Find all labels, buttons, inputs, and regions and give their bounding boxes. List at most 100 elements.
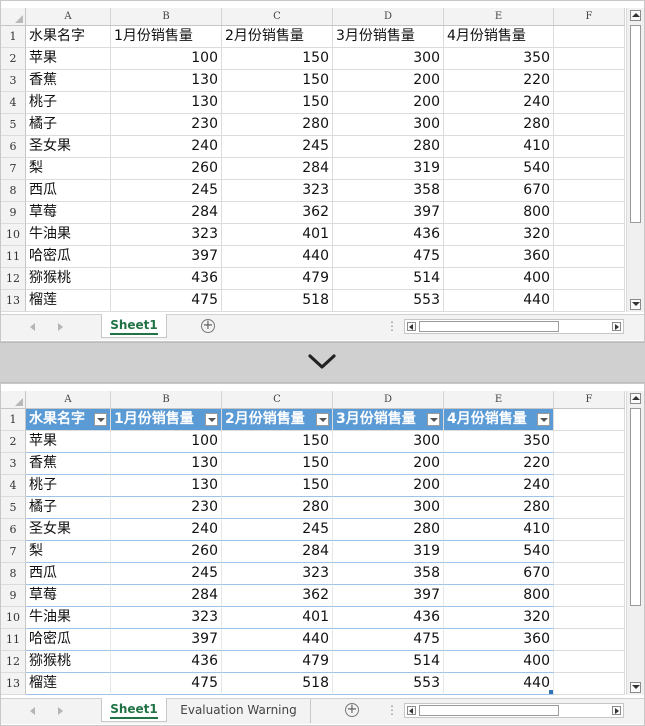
sales-feb-cell[interactable]: 518 <box>222 673 333 695</box>
row-number[interactable]: 13 <box>1 290 26 312</box>
row-number[interactable]: 5 <box>1 497 26 519</box>
sales-mar-cell[interactable]: 319 <box>333 541 444 563</box>
scroll-thumb[interactable] <box>630 408 641 606</box>
sales-feb-cell[interactable]: 440 <box>222 629 333 651</box>
sales-feb-cell[interactable]: 150 <box>222 92 333 114</box>
header-cell-feb[interactable]: 2月份销售量 <box>222 409 333 431</box>
sales-feb-cell[interactable]: 150 <box>222 453 333 475</box>
sales-feb-cell[interactable]: 150 <box>222 48 333 70</box>
scroll-up-arrow-icon[interactable] <box>630 10 641 21</box>
sales-feb-cell[interactable]: 479 <box>222 651 333 673</box>
fruit-name-cell[interactable]: 猕猴桃 <box>26 268 111 290</box>
header-cell-apr[interactable]: 4月份销售量 <box>444 26 554 48</box>
sales-feb-cell[interactable]: 362 <box>222 202 333 224</box>
sales-apr-cell[interactable]: 540 <box>444 541 554 563</box>
empty-cell[interactable] <box>554 607 625 629</box>
fruit-name-cell[interactable]: 西瓜 <box>26 180 111 202</box>
row-number[interactable]: 6 <box>1 519 26 541</box>
fruit-name-cell[interactable]: 香蕉 <box>26 453 111 475</box>
empty-cell[interactable] <box>554 453 625 475</box>
sales-feb-cell[interactable]: 284 <box>222 158 333 180</box>
dropdown-filter-icon[interactable] <box>537 413 550 426</box>
sales-jan-cell[interactable]: 130 <box>111 70 222 92</box>
sales-jan-cell[interactable]: 284 <box>111 202 222 224</box>
fruit-name-cell[interactable]: 猕猴桃 <box>26 651 111 673</box>
sales-feb-cell[interactable]: 280 <box>222 114 333 136</box>
sales-mar-cell[interactable]: 475 <box>333 629 444 651</box>
sales-jan-cell[interactable]: 100 <box>111 48 222 70</box>
dropdown-filter-icon[interactable] <box>94 413 107 426</box>
header-cell-jan[interactable]: 1月份销售量 <box>111 409 222 431</box>
fruit-name-cell[interactable]: 哈密瓜 <box>26 246 111 268</box>
sales-jan-cell[interactable]: 436 <box>111 268 222 290</box>
fruit-name-cell[interactable]: 圣女果 <box>26 519 111 541</box>
fruit-name-cell[interactable]: 榴莲 <box>26 290 111 312</box>
row-number[interactable]: 2 <box>1 48 26 70</box>
empty-cell[interactable] <box>554 541 625 563</box>
row-number[interactable]: 9 <box>1 202 26 224</box>
sales-mar-cell[interactable]: 358 <box>333 180 444 202</box>
empty-cell[interactable] <box>554 651 625 673</box>
sales-jan-cell[interactable]: 475 <box>111 673 222 695</box>
fruit-name-cell[interactable]: 草莓 <box>26 585 111 607</box>
sales-feb-cell[interactable]: 323 <box>222 180 333 202</box>
row-number[interactable]: 10 <box>1 607 26 629</box>
empty-cell[interactable] <box>554 585 625 607</box>
sales-jan-cell[interactable]: 436 <box>111 651 222 673</box>
header-cell-feb[interactable]: 2月份销售量 <box>222 26 333 48</box>
sales-mar-cell[interactable]: 436 <box>333 224 444 246</box>
sales-apr-cell[interactable]: 670 <box>444 563 554 585</box>
fruit-name-cell[interactable]: 草莓 <box>26 202 111 224</box>
dropdown-filter-icon[interactable] <box>427 413 440 426</box>
empty-cell[interactable] <box>554 92 625 114</box>
sales-mar-cell[interactable]: 300 <box>333 497 444 519</box>
sales-mar-cell[interactable]: 200 <box>333 475 444 497</box>
sales-mar-cell[interactable]: 436 <box>333 607 444 629</box>
splitter-dots-icon[interactable]: ⋮ <box>386 318 398 334</box>
plus-circle-icon[interactable]: + <box>345 703 359 717</box>
sales-mar-cell[interactable]: 300 <box>333 431 444 453</box>
sales-apr-cell[interactable]: 350 <box>444 48 554 70</box>
sales-mar-cell[interactable]: 514 <box>333 268 444 290</box>
column-header-a[interactable]: A <box>26 8 111 25</box>
dropdown-filter-icon[interactable] <box>205 413 218 426</box>
sales-mar-cell[interactable]: 200 <box>333 92 444 114</box>
row-number[interactable]: 8 <box>1 563 26 585</box>
sales-apr-cell[interactable]: 240 <box>444 475 554 497</box>
splitter-dots-icon[interactable]: ⋮ <box>386 702 398 718</box>
fruit-name-cell[interactable]: 橘子 <box>26 114 111 136</box>
sales-apr-cell[interactable]: 540 <box>444 158 554 180</box>
row-number[interactable]: 11 <box>1 629 26 651</box>
empty-cell[interactable] <box>554 431 625 453</box>
row-number[interactable]: 7 <box>1 541 26 563</box>
sales-jan-cell[interactable]: 230 <box>111 114 222 136</box>
empty-cell[interactable] <box>554 70 625 92</box>
scroll-down-arrow-icon[interactable] <box>630 299 641 310</box>
sales-feb-cell[interactable]: 280 <box>222 497 333 519</box>
header-cell-fruit[interactable]: 水果名字 <box>26 26 111 48</box>
fruit-name-cell[interactable]: 橘子 <box>26 497 111 519</box>
sales-apr-cell[interactable]: 360 <box>444 246 554 268</box>
empty-cell[interactable] <box>554 673 625 695</box>
fruit-name-cell[interactable]: 苹果 <box>26 431 111 453</box>
empty-cell[interactable] <box>554 246 625 268</box>
sales-apr-cell[interactable]: 280 <box>444 114 554 136</box>
sales-jan-cell[interactable]: 240 <box>111 136 222 158</box>
sales-jan-cell[interactable]: 397 <box>111 246 222 268</box>
row-number[interactable]: 7 <box>1 158 26 180</box>
sales-jan-cell[interactable]: 260 <box>111 158 222 180</box>
empty-cell[interactable] <box>554 268 625 290</box>
sales-apr-cell[interactable]: 410 <box>444 519 554 541</box>
vertical-scrollbar[interactable] <box>626 391 644 695</box>
sales-jan-cell[interactable]: 323 <box>111 607 222 629</box>
row-number[interactable]: 4 <box>1 92 26 114</box>
sales-jan-cell[interactable]: 245 <box>111 180 222 202</box>
plus-circle-icon[interactable]: + <box>201 319 215 333</box>
sales-jan-cell[interactable]: 230 <box>111 497 222 519</box>
empty-cell[interactable] <box>554 48 625 70</box>
column-header-f[interactable]: F <box>554 8 625 25</box>
sales-feb-cell[interactable]: 245 <box>222 136 333 158</box>
row-number[interactable]: 3 <box>1 70 26 92</box>
sales-jan-cell[interactable]: 240 <box>111 519 222 541</box>
column-header-e[interactable]: E <box>444 391 554 408</box>
